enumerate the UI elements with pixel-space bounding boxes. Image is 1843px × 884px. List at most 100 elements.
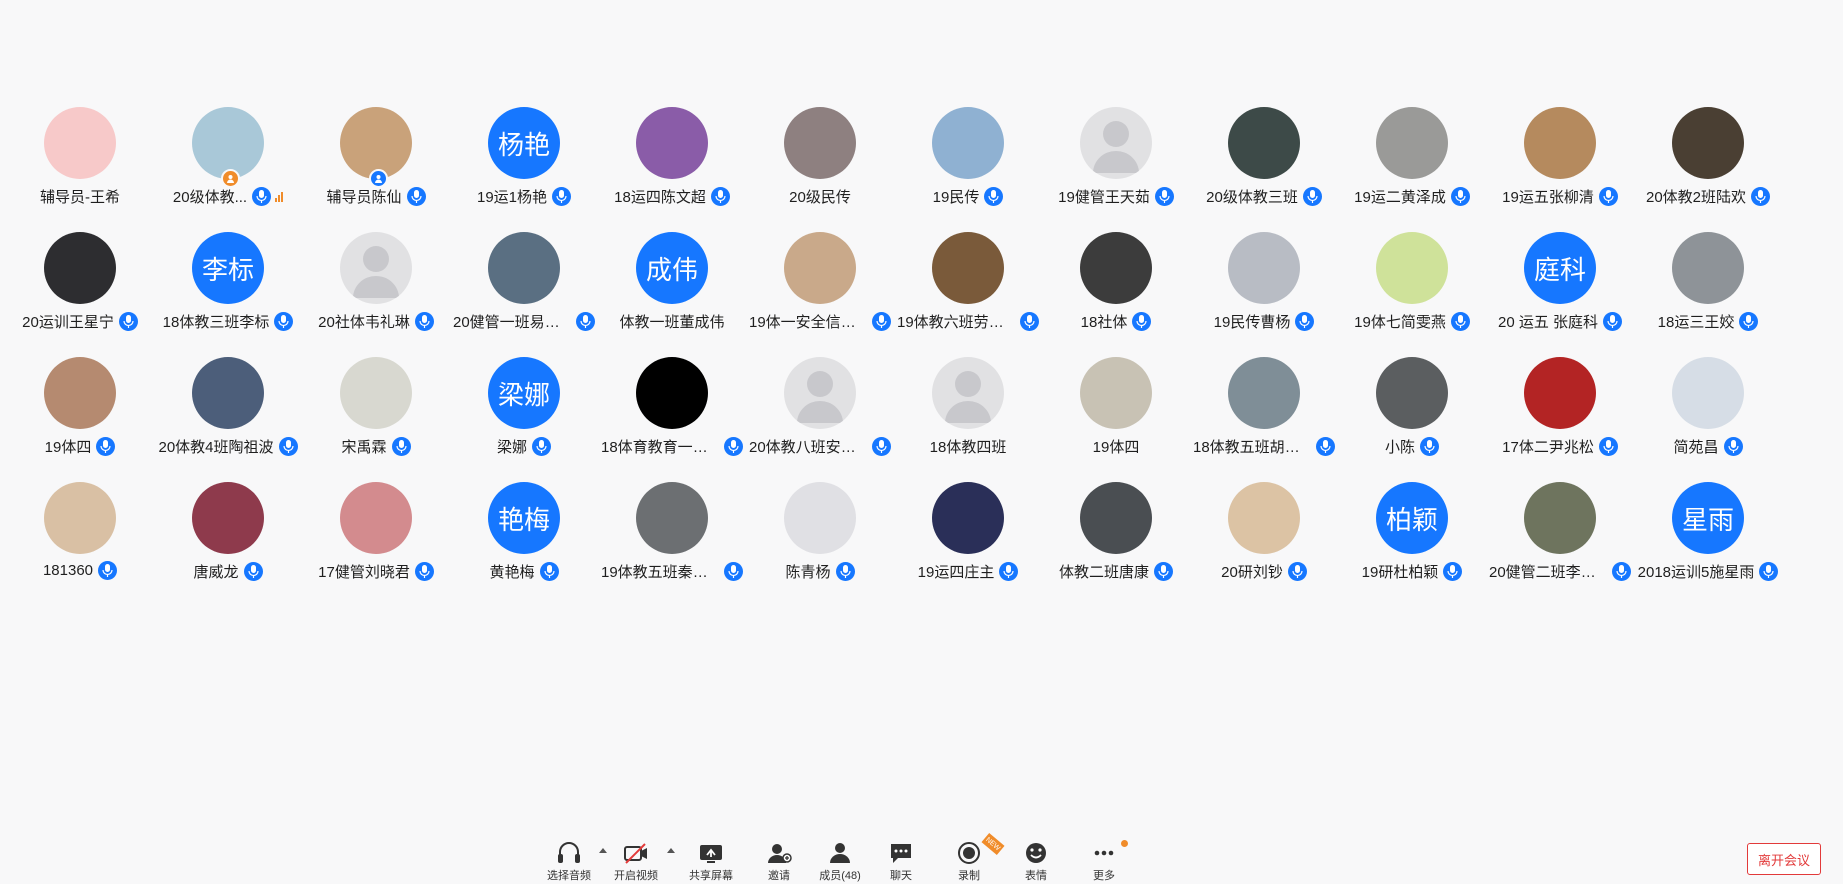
participant-tile[interactable]: 20研刘钞 [1189,478,1337,603]
participant-tile[interactable]: 20健管二班李亚... [1485,478,1633,603]
participant-tile[interactable]: 唐威龙 [153,478,301,603]
participant-tile[interactable]: 18体育教育一班... [597,353,745,478]
participant-tile[interactable]: 简苑昌 [1633,353,1781,478]
participant-name: 宋禹霖 [341,439,387,456]
share-screen-button[interactable]: 共享屏幕 [681,840,741,883]
avatar [932,357,1004,429]
participant-name: 19运1杨艳 [476,189,548,206]
audio-button[interactable]: 选择音频 [539,840,599,883]
participant-tile[interactable]: 宋禹霖 [301,353,449,478]
participant-tile[interactable]: 19运四庄主 [893,478,1041,603]
participant-name: 18体育教育一班... [601,439,719,456]
participant-tile[interactable]: 19体教五班秦海... [597,478,745,603]
participant-tile[interactable]: 体教二班唐康 [1041,478,1189,603]
participant-tile[interactable]: 19体一安全信息... [745,228,893,353]
participant-tile[interactable]: 19民传曹杨 [1189,228,1337,353]
participant-name-row: 19运四庄主 [893,561,1043,582]
participant-tile[interactable]: 艳梅 黄艳梅 [449,478,597,603]
participant-tile[interactable]: 辅导员-王希 [5,103,153,228]
participant-tile[interactable]: 李标 18体教三班李标 [153,228,301,353]
participant-name-row: 18体育教育一班... [597,436,747,457]
participant-tile[interactable]: 柏颖 19研杜柏颖 [1337,478,1485,603]
participant-name: 19体教六班劳惠... [897,314,1015,331]
participant-tile[interactable]: 辅导员陈仙 [301,103,449,228]
participant-name: 19体一安全信息... [749,314,867,331]
participant-tile[interactable]: 20体教2班陆欢 [1633,103,1781,228]
video-button[interactable]: 开启视频 [606,840,666,883]
participant-tile[interactable]: 星雨 2018运训5施星雨 [1633,478,1781,603]
participant-tile[interactable]: 20健管一班易芬... [449,228,597,353]
participant-name: 19运五张柳清 [1502,189,1594,206]
emoji-button[interactable]: 表情 [1006,840,1066,883]
participant-name-row: 唐威龙 [153,561,303,582]
avatar [44,232,116,304]
participant-tile[interactable]: 20级体教三班 [1189,103,1337,228]
participant-name: 19体教五班秦海... [601,564,719,581]
participant-tile[interactable]: 20体教4班陶祖波 [153,353,301,478]
participant-tile[interactable]: 181360 [5,478,153,603]
participant-tile[interactable]: 20级民传 [745,103,893,228]
leave-meeting-button[interactable]: 离开会议 [1747,843,1821,875]
participant-tile[interactable]: 庭科 20 运五 张庭科 [1485,228,1633,353]
participant-tile[interactable]: 19运五张柳清 [1485,103,1633,228]
participant-name-row: 18社体 [1041,311,1191,332]
participant-tile[interactable]: 19健管王天茹 [1041,103,1189,228]
participant-tile[interactable]: 18运三王姣 [1633,228,1781,353]
microphone-icon [999,562,1019,581]
participant-tile[interactable]: 梁娜 梁娜 [449,353,597,478]
avatar [192,357,264,429]
participant-tile[interactable]: 成伟 体教一班董成伟 [597,228,745,353]
participant-name: 体教二班唐康 [1058,564,1149,581]
members-button[interactable]: 成员(48) [810,840,870,883]
invite-button[interactable]: 邀请 [749,840,809,883]
participant-tile[interactable]: 19民传 [893,103,1041,228]
chat-button[interactable]: 聊天 [871,840,931,883]
participant-tile[interactable]: 18社体 [1041,228,1189,353]
participant-name-row: 19运五张柳清 [1485,186,1635,207]
avatar [784,482,856,554]
participant-tile[interactable]: 20运训王星宁 [5,228,153,353]
participant-name: 20级民传 [789,189,851,206]
avatar [1228,482,1300,554]
avatar [1672,107,1744,179]
participant-tile[interactable]: 19体教六班劳惠... [893,228,1041,353]
participant-name: 19运二黄泽成 [1354,189,1446,206]
participant-name-row: 181360 [5,561,155,580]
microphone-icon [1132,312,1152,331]
participant-tile[interactable]: 20社体韦礼琳 [301,228,449,353]
avatar [1080,232,1152,304]
video-options-caret[interactable] [667,848,675,853]
participant-name-row: 19体四 [5,436,155,457]
participant-name: 19民传 [932,189,980,206]
participant-tile[interactable]: 18运四陈文超 [597,103,745,228]
participant-name-row: 18运四陈文超 [597,186,747,207]
participant-name-row: 20体教4班陶祖波 [153,436,303,457]
participant-name-row: 黄艳梅 [449,561,599,582]
participant-name-row: 19健管王天茹 [1041,186,1191,207]
participant-tile[interactable]: 17体二尹兆松 [1485,353,1633,478]
participant-name: 20级体教... [172,189,248,206]
participant-tile[interactable]: 19体四 [1041,353,1189,478]
participant-tile[interactable]: 19体四 [5,353,153,478]
microphone-icon [552,187,572,206]
participant-tile[interactable]: 杨艳 19运1杨艳 [449,103,597,228]
participant-name-row: 19研杜柏颖 [1337,561,1487,582]
participant-tile[interactable]: 陈青杨 [745,478,893,603]
participant-tile[interactable]: 小陈 [1337,353,1485,478]
participant-tile[interactable]: 17健管刘晓君 [301,478,449,603]
participant-tile[interactable]: 18体教四班 [893,353,1041,478]
default-person-icon [1093,121,1139,173]
participant-name: 19体四 [1092,439,1140,456]
participant-tile[interactable]: 18体教五班胡颖... [1189,353,1337,478]
avatar [932,232,1004,304]
more-notification-dot [1121,840,1128,847]
participant-tile[interactable]: 20级体教... [153,103,301,228]
avatar [1228,357,1300,429]
participant-tile[interactable]: 19运二黄泽成 [1337,103,1485,228]
avatar [1376,232,1448,304]
participant-tile[interactable]: 19体七简雯燕 [1337,228,1485,353]
members-icon [830,843,850,863]
participant-name-row: 19体一安全信息... [745,311,895,332]
microphone-icon [1443,562,1463,581]
participant-tile[interactable]: 20体教八班安全... [745,353,893,478]
